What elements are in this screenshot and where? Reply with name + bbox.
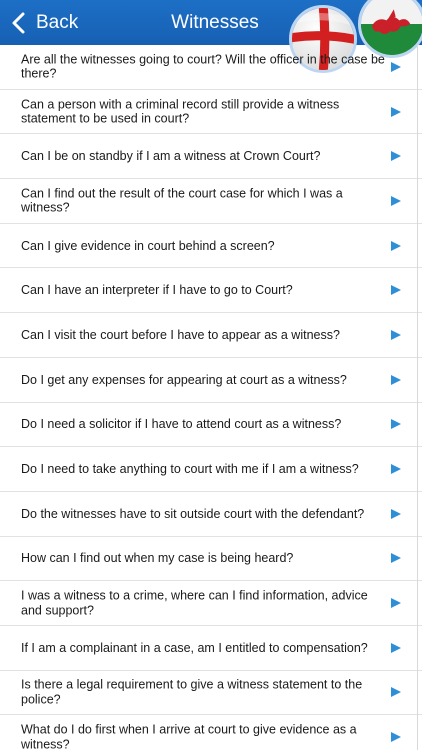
disclosure-arrow-icon — [390, 240, 402, 252]
list-item[interactable]: Can I have an interpreter if I have to g… — [0, 268, 422, 314]
list-item[interactable]: Do I get any expenses for appearing at c… — [0, 358, 422, 403]
list-item[interactable]: How can I find out when my case is being… — [0, 537, 422, 582]
disclosure-arrow-icon — [390, 463, 402, 475]
scrollbar[interactable] — [417, 45, 418, 750]
disclosure-arrow-icon — [390, 686, 402, 698]
list-item-label: Do I need a solicitor if I have to atten… — [21, 417, 342, 432]
list-item-label: I was a witness to a crime, where can I … — [21, 588, 368, 618]
list-item-label: Do I get any expenses for appearing at c… — [21, 372, 347, 387]
list-item-label: Do I need to take anything to court with… — [21, 461, 359, 476]
list-item-label: Are all the witnesses going to court? Wi… — [21, 52, 385, 81]
disclosure-arrow-icon — [390, 374, 402, 386]
list-item-label: If I am a complainant in a case, am I en… — [21, 640, 368, 655]
disclosure-arrow-icon — [390, 329, 402, 341]
list-item-label: Can I have an interpreter if I have to g… — [21, 283, 293, 298]
list-item-label: Can I give evidence in court behind a sc… — [21, 238, 275, 253]
list-item[interactable]: Do I need to take anything to court with… — [0, 447, 422, 492]
disclosure-arrow-icon — [390, 597, 402, 609]
question-list: Are all the witnesses going to court? Wi… — [0, 45, 422, 750]
list-item[interactable]: Is there a legal requirement to give a w… — [0, 671, 422, 716]
disclosure-arrow-icon — [390, 150, 402, 162]
list-item[interactable]: Can a person with a criminal record stil… — [0, 90, 422, 135]
list-item[interactable]: Can I be on standby if I am a witness at… — [0, 134, 422, 180]
list-item[interactable]: I was a witness to a crime, where can I … — [0, 581, 422, 626]
list-item-label: Is there a legal requirement to give a w… — [21, 677, 363, 707]
list-item[interactable]: What do I do first when I arrive at cour… — [0, 715, 422, 750]
list-item[interactable]: Do the witnesses have to sit outside cou… — [0, 492, 422, 537]
list-item-label: Can I visit the court before I have to a… — [21, 327, 340, 342]
disclosure-arrow-icon — [390, 284, 402, 296]
disclosure-arrow-icon — [390, 106, 402, 118]
navigation-bar: Back Witnesses — [0, 0, 422, 73]
disclosure-arrow-icon — [390, 508, 402, 520]
disclosure-arrow-icon — [390, 552, 402, 564]
screen: Back Witnesses Are all the witnesses goi… — [0, 0, 422, 750]
list-item[interactable]: Can I give evidence in court behind a sc… — [0, 224, 422, 269]
list-item[interactable]: Are all the witnesses going to court? Wi… — [0, 45, 422, 90]
list-item[interactable]: Can I visit the court before I have to a… — [0, 313, 422, 358]
disclosure-arrow-icon — [390, 731, 402, 743]
list-item-label: Can I be on standby if I am a witness at… — [21, 148, 321, 163]
list-item[interactable]: Can I find out the result of the court c… — [0, 179, 422, 224]
list-item[interactable]: Do I need a solicitor if I have to atten… — [0, 403, 422, 448]
disclosure-arrow-icon — [390, 61, 402, 73]
disclosure-arrow-icon — [390, 642, 402, 654]
list-item-label: What do I do first when I arrive at cour… — [21, 722, 357, 750]
list-item-label: Can a person with a criminal record stil… — [21, 97, 340, 126]
disclosure-arrow-icon — [390, 418, 402, 430]
list-item-label: Can I find out the result of the court c… — [21, 186, 343, 215]
list-item-label: Do the witnesses have to sit outside cou… — [21, 506, 365, 521]
disclosure-arrow-icon — [390, 195, 402, 207]
list-item[interactable]: If I am a complainant in a case, am I en… — [0, 626, 422, 671]
list-item-label: How can I find out when my case is being… — [21, 551, 294, 566]
